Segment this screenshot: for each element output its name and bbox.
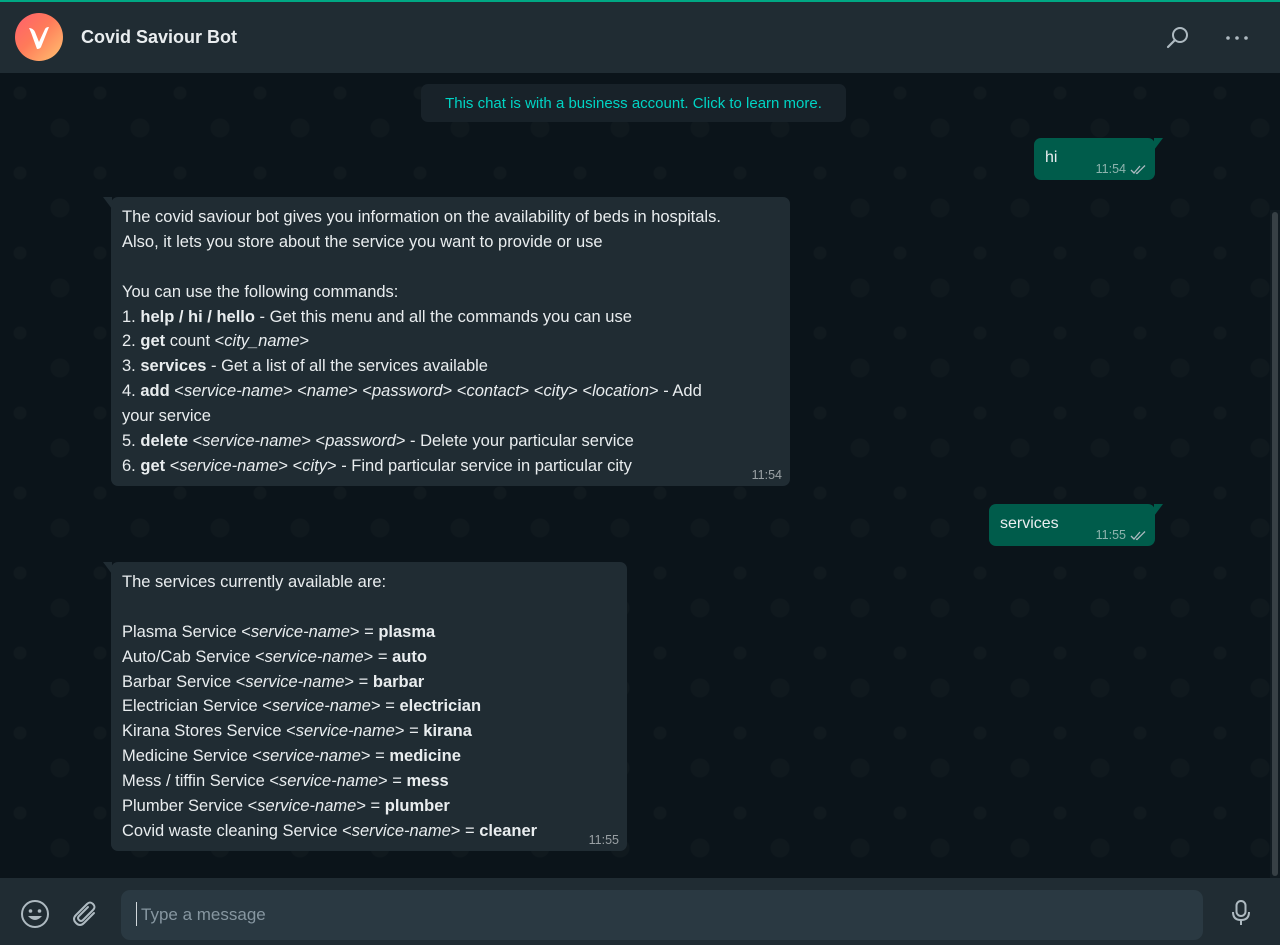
message-time: 11:55 (1095, 528, 1126, 542)
message-line: 5. delete <service-name> <password> - De… (122, 432, 634, 451)
message-line: Barbar Service <service-name> = barbar (122, 672, 425, 691)
message-time: 11:54 (751, 468, 782, 482)
message-text: services (1000, 515, 1059, 532)
message-line: 1. help / hi / hello - Get this menu and… (122, 307, 632, 326)
message-line: your service (122, 407, 211, 426)
emoji-icon[interactable] (20, 899, 50, 929)
message-body: The covid saviour bot gives you informat… (111, 197, 790, 479)
message-text: hi (1045, 149, 1058, 166)
attach-icon[interactable] (70, 899, 100, 929)
message-line: 2. get count <city_name> (122, 332, 310, 351)
bubble-tail (103, 197, 112, 209)
message-line: Mess / tiffin Service <service-name> = m… (122, 772, 449, 791)
scrollbar-thumb[interactable] (1272, 212, 1278, 876)
message-line: The covid saviour bot gives you informat… (122, 208, 721, 226)
message-line: 6. get <service-name> <city> - Find part… (122, 456, 632, 475)
message-input[interactable] (121, 890, 1203, 940)
message-meta: 11:54 (1096, 162, 1147, 176)
message-meta: 11:55 (589, 833, 619, 847)
search-icon[interactable] (1164, 24, 1192, 52)
menu-dots-icon[interactable] (1223, 24, 1251, 52)
message-line: Covid waste cleaning Service <service-na… (122, 821, 538, 840)
outgoing-message[interactable]: services 11:55 (989, 504, 1163, 546)
outgoing-message[interactable]: hi 11:54 (1034, 138, 1163, 180)
message-line: You can use the following commands: (122, 282, 399, 301)
contact-name[interactable]: Covid Saviour Bot (81, 27, 237, 48)
business-account-notice[interactable]: This chat is with a business account. Cl… (421, 84, 846, 122)
message-line: Electrician Service <service-name> = ele… (122, 697, 482, 716)
incoming-message[interactable]: The covid saviour bot gives you informat… (103, 197, 790, 486)
message-line: Plumber Service <service-name> = plumber (122, 797, 450, 816)
message-line: 4. add <service-name> <name> <password> … (122, 382, 702, 401)
message-line: Auto/Cab Service <service-name> = auto (122, 647, 427, 666)
message-line: The services currently available are: (122, 573, 387, 591)
message-line: Also, it lets you store about the servic… (122, 232, 603, 251)
incoming-message[interactable]: The services currently available are: Pl… (103, 562, 627, 851)
chat-area[interactable]: This chat is with a business account. Cl… (0, 73, 1280, 878)
message-meta: 11:55 (1096, 528, 1147, 542)
bubble-tail (103, 562, 112, 574)
microphone-icon[interactable] (1228, 898, 1254, 928)
brand-v-logo-icon (29, 27, 49, 49)
message-line: Medicine Service <service-name> = medici… (122, 747, 461, 766)
double-check-icon (1130, 530, 1147, 541)
bubble-tail (1154, 138, 1163, 150)
double-check-icon (1130, 164, 1147, 175)
message-body: The services currently available are: Pl… (111, 562, 627, 844)
message-line: Plasma Service <service-name> = plasma (122, 622, 436, 641)
message-time: 11:55 (588, 833, 619, 847)
text-caret (136, 902, 137, 926)
message-time: 11:54 (1095, 162, 1126, 176)
message-line: 3. services - Get a list of all the serv… (122, 357, 488, 376)
chat-header: Covid Saviour Bot (0, 2, 1280, 73)
message-line: Kirana Stores Service <service-name> = k… (122, 722, 472, 741)
composer-bar (0, 878, 1280, 945)
bubble-tail (1154, 504, 1163, 516)
avatar[interactable] (15, 13, 63, 61)
message-meta: 11:54 (752, 468, 782, 482)
